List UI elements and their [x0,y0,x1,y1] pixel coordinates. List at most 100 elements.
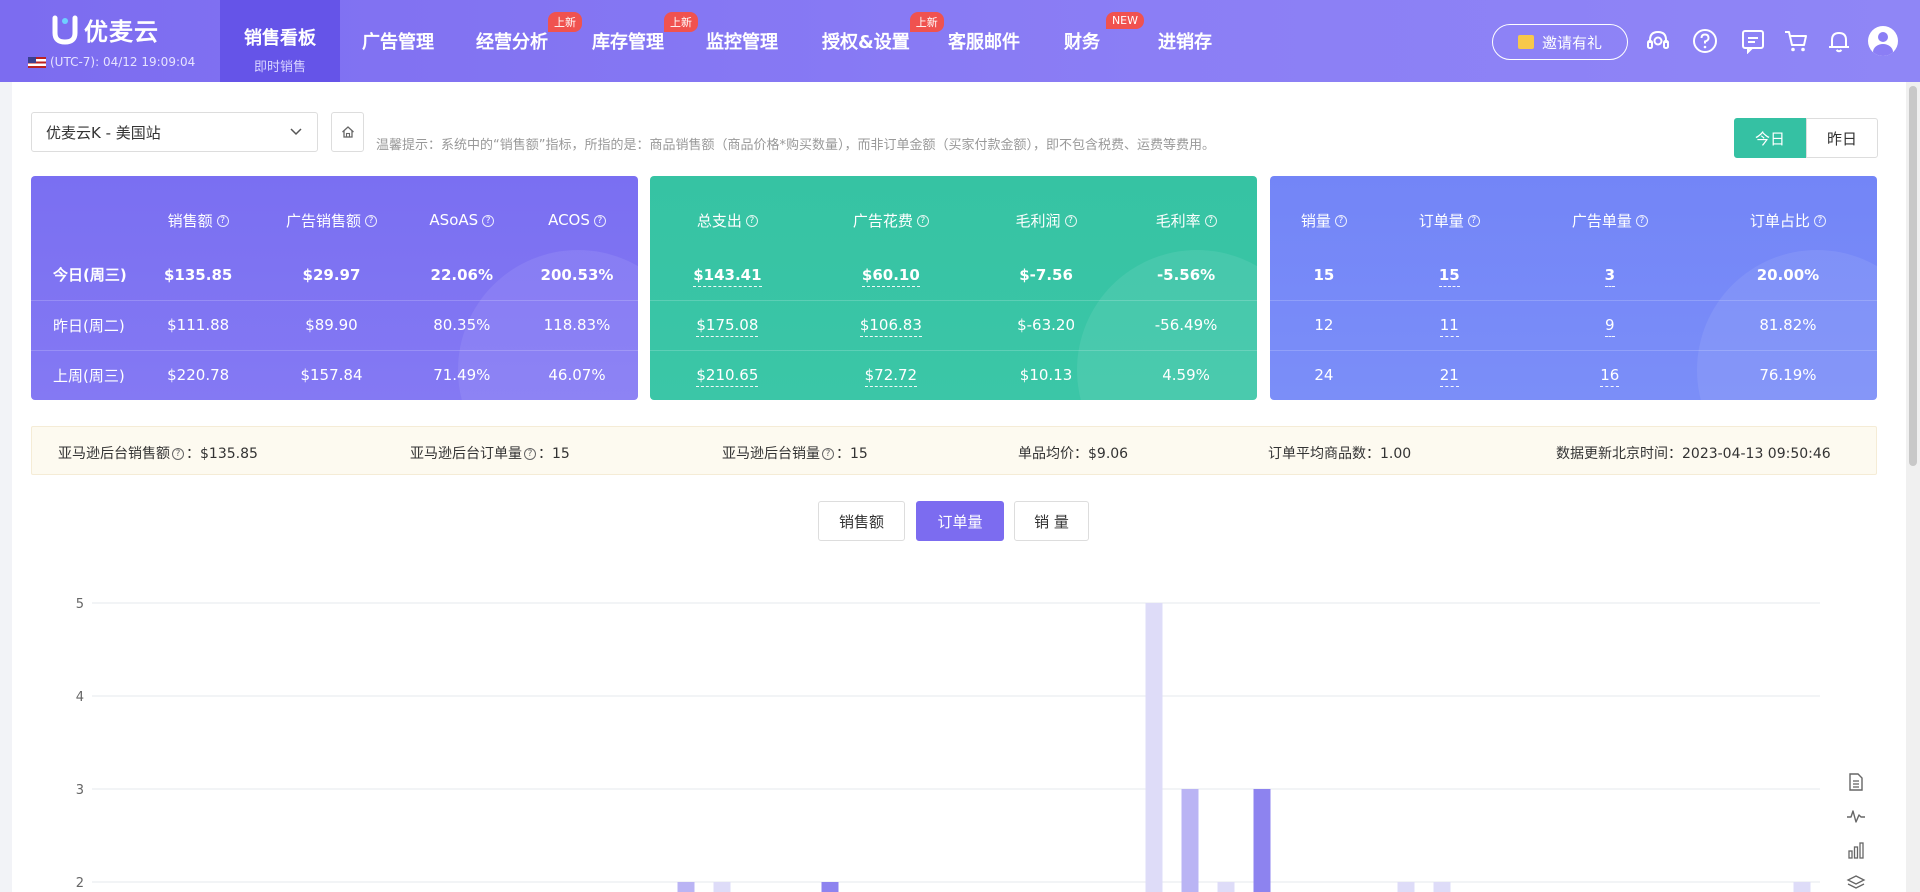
chart-bar[interactable] [1253,789,1271,892]
tip-text: 温馨提示：系统中的“销售额”指标，所指的是：商品销售额（商品价格*购买数量），而… [376,138,1215,153]
store-select[interactable]: 优麦云K - 美国站 [31,112,318,152]
nav-finance[interactable]: 财务 NEW [1064,12,1144,54]
table-cell[interactable]: 21 [1378,350,1521,400]
bar-chart-icon[interactable] [1846,840,1866,860]
table-cell[interactable]: $210.65 [650,350,805,400]
help-icon[interactable]: ? [172,448,184,460]
today-button[interactable]: 今日 [1734,118,1806,158]
app-logo[interactable]: 优麦云 [52,12,159,47]
nav-sales-board[interactable]: 销售看板 即时销售 [220,0,340,82]
help-icon[interactable]: ? [1334,215,1347,227]
bell-icon[interactable] [1826,28,1852,54]
cell-link[interactable]: $60.10 [861,265,920,287]
chart-bar[interactable] [677,882,695,892]
chart-bar[interactable] [1433,882,1451,892]
help-icon[interactable]: ? [1467,215,1480,227]
cell-link[interactable]: $210.65 [696,366,759,388]
table-cell[interactable]: 16 [1521,350,1699,400]
chart-bar[interactable] [1181,789,1199,892]
chart-bar[interactable] [713,882,731,892]
nav-inventory-label: 库存管理 [592,32,664,53]
cell-link[interactable]: $72.72 [864,366,918,388]
app-name: 优麦云 [84,18,159,46]
cell-link[interactable]: 11 [1439,316,1459,337]
nav-ads[interactable]: 广告管理 [362,28,434,54]
help-icon[interactable] [1692,28,1718,54]
cell-link[interactable]: $106.83 [859,316,922,337]
cell-link[interactable]: 9 [1605,316,1615,337]
nav-settings-badge: 上新 [909,12,944,32]
message-icon[interactable] [1740,28,1766,54]
help-icon[interactable]: ? [364,215,377,227]
row-label: 上周(周三) [53,366,125,385]
amazon-units-value: ：15 [836,446,868,462]
nav-monitor[interactable]: 监控管理 [706,28,778,54]
cost-header-margin: 毛利率? [1115,176,1257,250]
table-cell: 46.07% [548,366,606,385]
help-icon[interactable]: ? [1064,215,1077,227]
table-cell[interactable]: 11 [1377,300,1521,351]
scrollbar-thumb[interactable] [1909,86,1917,466]
chart-bar[interactable] [821,882,839,892]
help-icon[interactable]: ? [216,215,229,227]
nav-analytics[interactable]: 经营分析 上新 [476,12,582,54]
cell-link[interactable]: 16 [1600,366,1620,388]
cell-link[interactable]: $175.08 [696,316,759,337]
table-cell[interactable]: $175.08 [650,300,805,351]
help-icon[interactable]: ? [593,214,606,227]
home-button[interactable] [331,112,364,152]
table-cell[interactable]: $60.10 [804,250,977,301]
table-cell: 12 [1270,300,1378,351]
table-cell: 22.06% [407,250,516,301]
amazon-orders: 亚马逊后台订单量? ：15 [410,443,570,463]
cell-link[interactable]: 21 [1439,366,1459,388]
metric-units-button[interactable]: 销 量 [1014,501,1089,541]
nav-finance-badge: NEW [1105,12,1144,29]
sales-header-revenue: 销售额? [141,176,255,250]
nav-mail[interactable]: 客服邮件 [948,28,1020,54]
help-icon[interactable]: ? [482,214,495,227]
header-label: 毛利率 [1155,211,1201,230]
data-view-icon[interactable] [1846,772,1866,792]
help-icon[interactable]: ? [1813,215,1826,227]
volume-header-orders: 订单量? [1378,176,1521,250]
invite-button[interactable]: 邀请有礼 [1492,24,1628,60]
chart-bar[interactable] [1145,603,1163,892]
help-icon[interactable]: ? [1204,215,1217,227]
chart-bar[interactable] [1793,882,1811,892]
help-icon[interactable]: ? [524,448,536,460]
chart-bar[interactable] [1397,882,1415,892]
cell-link[interactable]: $143.41 [693,265,762,287]
help-icon[interactable]: ? [745,215,758,227]
y-tick-label: 3 [76,783,84,798]
y-tick-label: 5 [76,597,84,612]
metric-orders-button[interactable]: 订单量 [916,501,1004,541]
table-cell[interactable]: $106.83 [804,300,977,351]
stack-icon[interactable] [1846,874,1866,892]
volume-header-units: 销量? [1270,176,1378,250]
table-row: 15 15 3 20.00% [1270,250,1877,301]
chart-bar[interactable] [1217,882,1235,892]
table-cell[interactable]: $143.41 [650,250,805,301]
headset-icon[interactable] [1645,28,1671,54]
help-icon[interactable]: ? [822,448,834,460]
table-cell[interactable]: 15 [1377,250,1521,301]
help-icon[interactable]: ? [1635,215,1648,227]
table-cell: 80.35% [407,300,516,351]
avatar-icon[interactable] [1868,26,1898,56]
table-cell: $29.97 [255,250,408,301]
nav-purchase[interactable]: 进销存 [1158,28,1212,54]
line-chart-icon[interactable] [1846,806,1866,826]
yesterday-button[interactable]: 昨日 [1806,118,1878,158]
cart-icon[interactable] [1783,28,1809,54]
cell-link[interactable]: 3 [1604,265,1616,287]
table-cell: 200.53% [515,250,638,301]
metric-sales-button[interactable]: 销售额 [818,501,905,541]
help-icon[interactable]: ? [916,215,929,227]
nav-settings[interactable]: 授权&设置 上新 [822,12,944,54]
cell-link[interactable]: 15 [1438,265,1460,287]
table-cell[interactable]: $72.72 [805,350,977,400]
nav-inventory[interactable]: 库存管理 上新 [592,12,698,54]
table-cell[interactable]: 9 [1520,300,1699,351]
table-cell[interactable]: 3 [1520,250,1699,301]
